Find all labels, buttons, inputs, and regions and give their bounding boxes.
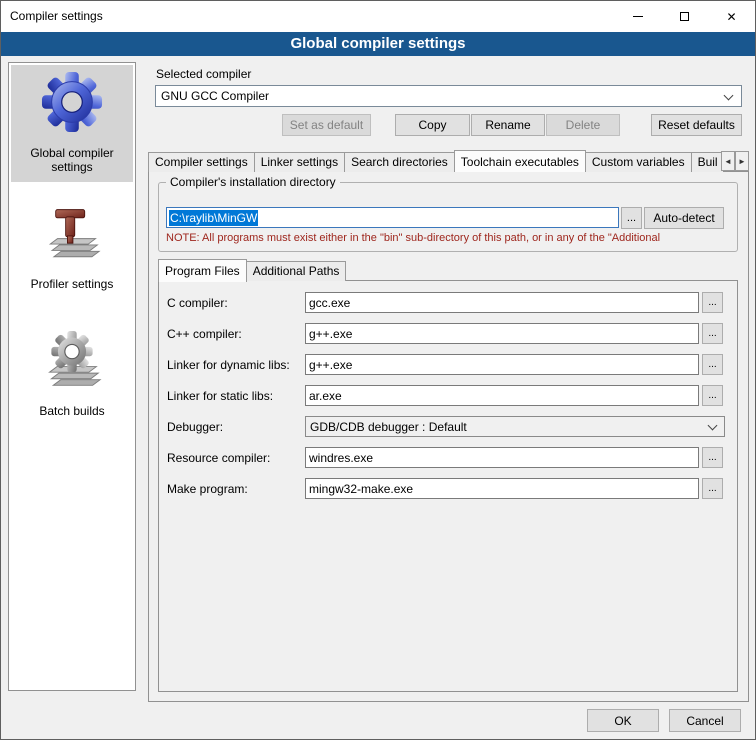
field-row-c-compiler: C compiler: ...	[167, 292, 737, 313]
tab-scroll-right-button[interactable]: ►	[735, 151, 749, 171]
field-row-make-program: Make program: ...	[167, 478, 737, 499]
close-button[interactable]: ✕	[708, 1, 755, 32]
close-icon: ✕	[726, 11, 736, 23]
field-row-resource-compiler: Resource compiler: ...	[167, 447, 737, 468]
static-linker-input[interactable]	[305, 385, 699, 406]
c-compiler-input[interactable]	[305, 292, 699, 313]
browse-button[interactable]: ...	[702, 323, 723, 344]
resource-compiler-label: Resource compiler:	[167, 451, 305, 465]
installation-directory-value: C:\raylib\MinGW	[169, 210, 258, 226]
program-files-tabstrip: Program Files Additional Paths	[158, 258, 345, 281]
arrow-right-icon: ►	[738, 157, 746, 166]
field-row-debugger: Debugger: GDB/CDB debugger : Default	[167, 416, 737, 437]
copy-button[interactable]: Copy	[395, 114, 470, 136]
window-title: Compiler settings	[10, 1, 103, 32]
tab-search-directories[interactable]: Search directories	[344, 152, 455, 172]
selected-compiler-label: Selected compiler	[156, 67, 251, 81]
program-files-panel: C compiler: ... C++ compiler: ... Linker…	[158, 280, 738, 692]
browse-button[interactable]: ...	[702, 292, 723, 313]
tab-compiler-settings[interactable]: Compiler settings	[148, 152, 255, 172]
caption-buttons: ✕	[614, 1, 755, 32]
titlebar: Compiler settings ✕	[1, 1, 755, 32]
settings-sidebar: Global compiler settings	[8, 62, 136, 691]
debugger-label: Debugger:	[167, 420, 305, 434]
auto-detect-button[interactable]: Auto-detect	[644, 207, 724, 229]
dynamic-linker-input[interactable]	[305, 354, 699, 375]
tab-custom-variables[interactable]: Custom variables	[585, 152, 692, 172]
gray-gears-icon	[42, 329, 102, 391]
tab-toolchain-executables[interactable]: Toolchain executables	[454, 150, 586, 172]
ok-button[interactable]: OK	[587, 709, 659, 732]
sidebar-item-label: Global compiler settings	[13, 146, 131, 174]
compiler-settings-window: Compiler settings ✕ Global compiler sett…	[0, 0, 756, 740]
dynamic-linker-label: Linker for dynamic libs:	[167, 358, 305, 372]
tab-scroll-left-button[interactable]: ◄	[721, 151, 735, 171]
chevron-down-icon	[708, 421, 718, 431]
sidebar-item-profiler-settings[interactable]: Profiler settings	[11, 200, 133, 299]
sidebar-item-batch-builds[interactable]: Batch builds	[11, 323, 133, 426]
selected-compiler-dropdown[interactable]: GNU GCC Compiler	[155, 85, 742, 107]
static-linker-label: Linker for static libs:	[167, 389, 305, 403]
field-row-static-linker: Linker for static libs: ...	[167, 385, 737, 406]
profiler-tool-icon	[43, 206, 101, 264]
cancel-button[interactable]: Cancel	[669, 709, 741, 732]
sidebar-item-label: Batch builds	[39, 404, 104, 418]
browse-button[interactable]: ...	[702, 478, 723, 499]
maximize-icon	[680, 12, 689, 21]
c-compiler-label: C compiler:	[167, 296, 305, 310]
installation-directory-label: Compiler's installation directory	[166, 175, 340, 189]
tab-program-files[interactable]: Program Files	[158, 259, 247, 282]
browse-directory-button[interactable]: ...	[621, 207, 642, 229]
sidebar-item-label: Profiler settings	[31, 277, 114, 291]
settings-tabstrip: Compiler settings Linker settings Search…	[148, 149, 723, 172]
tab-linker-settings[interactable]: Linker settings	[254, 152, 345, 172]
minimize-icon	[633, 16, 643, 17]
field-row-cpp-compiler: C++ compiler: ...	[167, 323, 737, 344]
make-program-label: Make program:	[167, 482, 305, 496]
dialog-header: Global compiler settings	[1, 32, 755, 56]
debugger-value: GDB/CDB debugger : Default	[310, 420, 467, 434]
sidebar-item-global-compiler-settings[interactable]: Global compiler settings	[11, 65, 133, 182]
browse-button[interactable]: ...	[702, 385, 723, 406]
set-as-default-button[interactable]: Set as default	[282, 114, 371, 136]
resource-compiler-input[interactable]	[305, 447, 699, 468]
cpp-compiler-input[interactable]	[305, 323, 699, 344]
minimize-button[interactable]	[614, 1, 661, 32]
rename-button[interactable]: Rename	[471, 114, 545, 136]
make-program-input[interactable]	[305, 478, 699, 499]
selected-compiler-value: GNU GCC Compiler	[161, 89, 269, 103]
bin-subdirectory-note: NOTE: All programs must exist either in …	[166, 232, 737, 246]
browse-button[interactable]: ...	[702, 447, 723, 468]
reset-defaults-button[interactable]: Reset defaults	[651, 114, 742, 136]
chevron-down-icon	[724, 91, 734, 101]
delete-button[interactable]: Delete	[546, 114, 620, 136]
cpp-compiler-label: C++ compiler:	[167, 327, 305, 341]
installation-directory-input[interactable]: C:\raylib\MinGW	[166, 207, 619, 228]
tab-build-options[interactable]: Buil	[691, 152, 723, 172]
field-row-dynamic-linker: Linker for dynamic libs: ...	[167, 354, 737, 375]
arrow-left-icon: ◄	[724, 157, 732, 166]
tab-additional-paths[interactable]: Additional Paths	[246, 261, 347, 281]
maximize-button[interactable]	[661, 1, 708, 32]
browse-button[interactable]: ...	[702, 354, 723, 375]
debugger-dropdown[interactable]: GDB/CDB debugger : Default	[305, 416, 725, 437]
dialog-title: Global compiler settings	[290, 35, 465, 52]
blue-gear-icon	[41, 71, 103, 133]
